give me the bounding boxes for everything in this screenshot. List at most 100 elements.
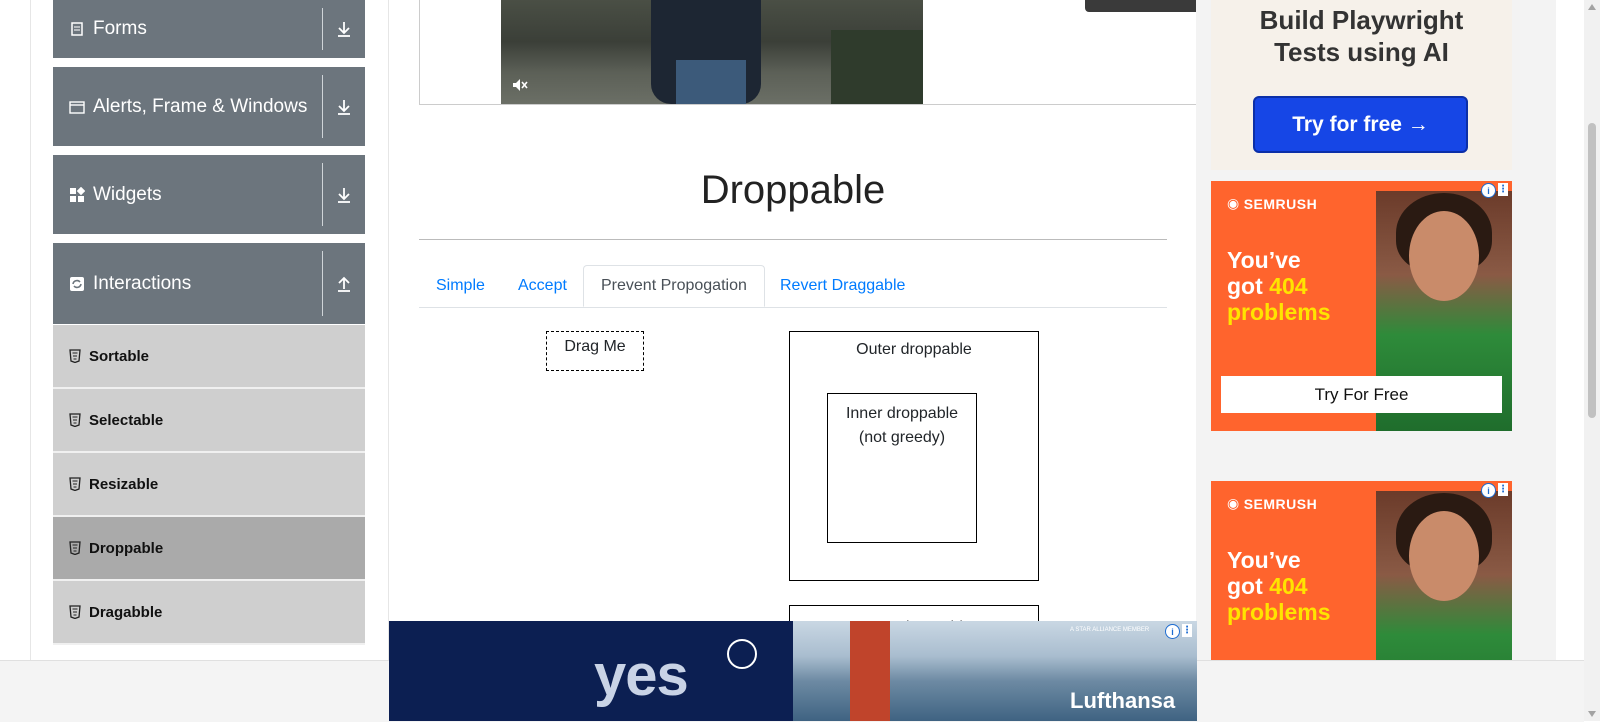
- html5-icon: [69, 413, 81, 427]
- video-jeans: [676, 60, 746, 104]
- sidebar-item-label: Sortable: [89, 347, 150, 365]
- bridge-tower: [850, 621, 890, 721]
- tab-prevent-propogation[interactable]: Prevent Propogation: [583, 265, 765, 307]
- mute-icon[interactable]: [511, 76, 529, 94]
- ad-info-icon[interactable]: i: [1481, 483, 1496, 498]
- sidebar-item-sortable[interactable]: Sortable: [53, 325, 365, 389]
- sidebar-group-alerts-label-wrap: Alerts, Frame & Windows: [69, 67, 307, 146]
- upload-arrow-icon[interactable]: [331, 243, 357, 324]
- window-icon: [69, 100, 85, 114]
- tab-bar: Simple Accept Prevent Propogation Revert…: [419, 265, 1167, 308]
- sidebar-group-widgets[interactable]: Widgets: [53, 155, 365, 234]
- bottom-ad-left-panel: [389, 621, 793, 721]
- semrush-line2a: got: [1227, 273, 1270, 299]
- ad-choices[interactable]: i ⋮: [1165, 624, 1192, 639]
- download-arrow-icon[interactable]: [331, 0, 357, 58]
- semrush-line1: You’ve: [1227, 547, 1301, 573]
- sidebar-item-dragabble[interactable]: Dragabble: [53, 581, 365, 645]
- sidebar-group-interactions[interactable]: Interactions: [53, 243, 365, 324]
- sidebar-item-droppable[interactable]: Droppable: [53, 517, 365, 581]
- semrush-ad[interactable]: ◉ SEMRUSH You’ve got 404 problems Try For…: [1211, 181, 1512, 431]
- group-divider: [322, 75, 323, 138]
- ad-menu-icon[interactable]: ⋮: [1498, 183, 1508, 196]
- group-divider: [322, 251, 323, 316]
- ad-photo-face: [1409, 511, 1479, 601]
- group-divider: [322, 8, 323, 50]
- html5-icon: [69, 477, 81, 491]
- semrush-logo: ◉ SEMRUSH: [1227, 195, 1317, 212]
- main-border: [388, 0, 389, 660]
- ad-choices[interactable]: i ⋮: [1481, 183, 1508, 198]
- ad-yes-text: yes: [594, 643, 689, 708]
- sidebar-item-label: Dragabble: [89, 603, 163, 621]
- sidebar-group-forms[interactable]: Forms: [53, 0, 365, 58]
- title-divider: [419, 239, 1167, 240]
- sidebar-border: [30, 0, 31, 660]
- semrush-line2: got 404: [1227, 573, 1331, 599]
- page-title: Droppable: [700, 168, 886, 212]
- semrush-flame-icon: ◉: [1227, 195, 1240, 211]
- group-divider: [322, 163, 323, 226]
- semrush-line2b: 404: [1269, 273, 1308, 299]
- semrush-line1: You’ve: [1227, 247, 1301, 273]
- scroll-up-icon[interactable]: [1586, 2, 1598, 12]
- ad-info-icon[interactable]: i: [1481, 183, 1496, 198]
- html5-icon: [69, 349, 81, 363]
- playwright-ad-title-line2: Tests using AI: [1274, 37, 1449, 67]
- sidebar-group-alerts[interactable]: Alerts, Frame & Windows: [53, 67, 365, 146]
- sidebar-item-label: Resizable: [89, 475, 159, 493]
- semrush-line2: got 404: [1227, 273, 1331, 299]
- sidebar-group-label: Forms: [93, 18, 147, 39]
- sidebar-group-label: Widgets: [93, 183, 162, 205]
- inner-droppable-label: Inner droppable (not greedy): [827, 402, 977, 450]
- tab-simple[interactable]: Simple: [419, 265, 502, 307]
- tab-accept[interactable]: Accept: [501, 265, 584, 307]
- ad-menu-icon[interactable]: ⋮: [1498, 483, 1508, 496]
- semrush-headline: You’ve got 404 problems: [1227, 247, 1331, 325]
- scroll-down-icon[interactable]: [1586, 709, 1598, 719]
- semrush-line2a: got: [1227, 573, 1270, 599]
- semrush-headline: You’ve got 404 problems: [1227, 547, 1331, 625]
- semrush-cta-button[interactable]: Try For Free: [1221, 376, 1502, 413]
- sidebar-group-forms-label-wrap: Forms: [69, 0, 147, 58]
- try-for-free-button[interactable]: Try for free →: [1253, 96, 1468, 153]
- semrush-logo: ◉ SEMRUSH: [1227, 495, 1317, 512]
- sidebar-item-resizable[interactable]: Resizable: [53, 453, 365, 517]
- playwright-ad-title-line1: Build Playwright: [1259, 5, 1464, 35]
- semrush-brand: SEMRUSH: [1243, 495, 1318, 512]
- scrollbar-thumb[interactable]: [1588, 123, 1596, 418]
- download-arrow-icon[interactable]: [331, 67, 357, 146]
- sidebar-group-interactions-label-wrap: Interactions: [69, 243, 191, 324]
- sidebar-item-label: Droppable: [89, 539, 164, 557]
- video-player[interactable]: [501, 0, 923, 104]
- ad-choices[interactable]: i ⋮: [1481, 483, 1508, 498]
- semrush-line2b: 404: [1269, 573, 1308, 599]
- ad-info-icon[interactable]: i: [1165, 624, 1180, 639]
- sidebar-group-label: Alerts, Frame & Windows: [93, 95, 308, 117]
- inner-droppable-line1: Inner droppable: [845, 405, 959, 422]
- sidebar-item-selectable[interactable]: Selectable: [53, 389, 365, 453]
- interactions-icon: [70, 276, 84, 291]
- lufthansa-crane-icon: [727, 639, 757, 669]
- playwright-ad-title: Build Playwright Tests using AI: [1211, 4, 1512, 68]
- tab-revert-draggable[interactable]: Revert Draggable: [763, 265, 922, 307]
- semrush-ad-2[interactable]: ◉ SEMRUSH You’ve got 404 problems i ⋮: [1211, 481, 1512, 660]
- ad-photo-face: [1409, 211, 1479, 301]
- video-foliage: [831, 30, 923, 104]
- widgets-icon: [70, 186, 85, 202]
- ad-menu-icon[interactable]: ⋮: [1182, 624, 1192, 637]
- semrush-line3: problems: [1227, 299, 1331, 325]
- lufthansa-brand: Lufthansa: [1070, 688, 1176, 713]
- drag-me-box[interactable]: Drag Me: [546, 331, 644, 371]
- download-arrow-icon[interactable]: [331, 155, 357, 234]
- ad-star-alliance: A STAR ALLIANCE MEMBER: [1070, 627, 1150, 633]
- outer-droppable-label: Outer droppable: [856, 341, 972, 358]
- semrush-brand: SEMRUSH: [1243, 195, 1318, 212]
- html5-icon: [69, 541, 81, 555]
- semrush-line3: problems: [1227, 599, 1331, 625]
- sidebar-group-widgets-label-wrap: Widgets: [69, 155, 162, 234]
- dark-overlay-tab: [1085, 0, 1200, 12]
- sidebar-item-label: Selectable: [89, 411, 164, 429]
- semrush-flame-icon: ◉: [1227, 495, 1240, 511]
- sidebar-group-label: Interactions: [93, 272, 192, 294]
